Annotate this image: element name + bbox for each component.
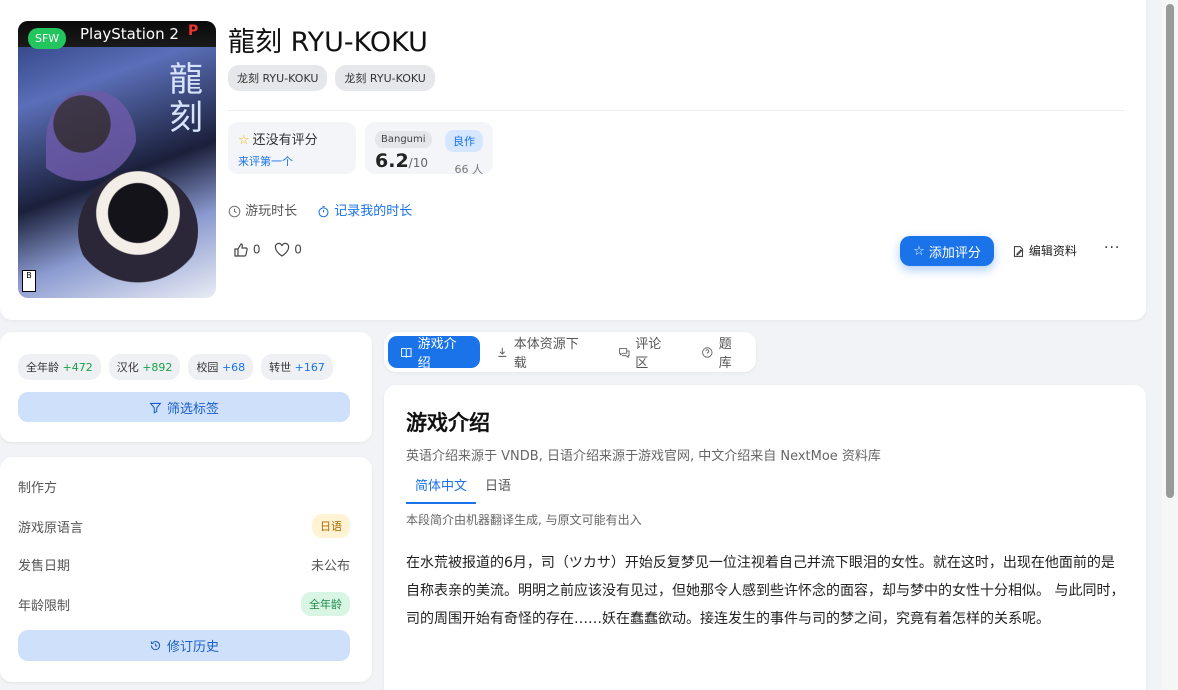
tab-resource-download[interactable]: 本体资源下载	[484, 336, 601, 371]
revision-history-button[interactable]: 修订历史	[18, 630, 350, 661]
alias-chip[interactable]: 龙刻 RYU-KOKU	[335, 65, 435, 91]
record-playtime-link[interactable]: 记录我的时长	[317, 200, 412, 219]
rating-score: 6.2	[375, 150, 409, 172]
stopwatch-icon	[318, 206, 329, 218]
add-rating-button[interactable]: ☆ 添加评分	[900, 236, 994, 266]
game-header-card: PlayStation 2 P 龍刻 B SFW 龍刻 RYU-KOKU 龙刻 …	[0, 0, 1146, 320]
edit-info-button[interactable]: 编辑资料	[1012, 242, 1077, 259]
tab-comments[interactable]: 评论区	[606, 336, 686, 371]
content-tabs: 游戏介绍 本体资源下载 评论区 题库	[384, 332, 756, 372]
game-cover-image[interactable]: PlayStation 2 P 龍刻 B	[18, 21, 216, 298]
tag-list: 全年龄 +472 汉化 +892 校园 +68 转世 +167	[18, 354, 333, 380]
edit-icon	[1013, 246, 1024, 257]
rating-count: 66 人	[454, 163, 484, 176]
tag-chip[interactable]: 校园 +68	[188, 354, 254, 380]
tag-chip[interactable]: 转世 +167	[261, 354, 333, 380]
rating-grade-badge: 良作	[445, 130, 483, 152]
tag-card: 全年龄 +472 汉化 +892 校园 +68 转世 +167 筛选标签	[0, 332, 372, 442]
tab-question-bank[interactable]: 题库	[689, 336, 756, 371]
star-icon: ☆	[913, 243, 925, 259]
playtime-label: 游玩时长	[245, 204, 298, 219]
producer-row: 制作方	[18, 477, 350, 496]
intro-source-note: 英语介绍来源于 VNDB, 日语介绍来源于游戏官网, 中文介绍来自 NextMo…	[406, 449, 881, 464]
game-intro-card: 游戏介绍 英语介绍来源于 VNDB, 日语介绍来源于游戏官网, 中文介绍来自 N…	[384, 385, 1146, 690]
filter-tags-button[interactable]: 筛选标签	[18, 392, 350, 422]
bangumi-rating-card: Bangumi 良作 6.2/10 66 人	[365, 122, 493, 176]
my-rating-card[interactable]: ☆ 还没有评分 来评第一个	[228, 122, 356, 174]
favorite-button[interactable]: 0	[274, 242, 302, 258]
header-divider	[228, 110, 1124, 111]
no-rating-label: 还没有评分	[252, 133, 318, 148]
download-icon	[498, 347, 507, 357]
tag-chip[interactable]: 汉化 +892	[108, 354, 181, 380]
rate-first-link[interactable]: 来评第一个	[238, 153, 293, 169]
heart-icon	[275, 242, 290, 257]
reaction-row: 0 0	[233, 242, 302, 258]
original-language-label: 游戏原语言	[18, 520, 84, 536]
question-icon	[702, 346, 713, 358]
thumbs-up-icon	[234, 243, 248, 257]
age-limit-label: 年龄限制	[18, 598, 71, 614]
page-scrollbar-thumb[interactable]	[1166, 4, 1174, 498]
intro-text: 在水荒被报道的6月，司（ツカサ）开始反复梦见一位注视着自己并流下眼泪的女性。就在…	[406, 555, 1125, 627]
comment-icon	[618, 347, 630, 358]
release-date-label: 发售日期	[18, 559, 71, 574]
tag-chip[interactable]: 全年龄 +472	[18, 354, 101, 380]
game-title: 龍刻 RYU-KOKU	[228, 27, 428, 58]
release-date-row: 发售日期 未公布	[18, 555, 350, 574]
like-button[interactable]: 0	[233, 242, 260, 258]
alias-chip[interactable]: 龙刻 RYU-KOKU	[228, 65, 328, 91]
playtime-row: 游玩时长 记录我的时长	[228, 200, 412, 219]
machine-translation-note: 本段简介由机器翻译生成, 与原文可能有出入	[406, 513, 642, 527]
age-limit-row: 年龄限制 全年龄	[18, 592, 350, 616]
cero-rating-icon: B	[22, 270, 36, 292]
like-count: 0	[252, 242, 261, 257]
age-limit-value: 全年龄	[301, 592, 350, 616]
lang-tab-japanese[interactable]: 日语	[476, 475, 520, 504]
favorite-count: 0	[294, 242, 302, 257]
original-language-value: 日语	[312, 514, 350, 538]
more-options-button[interactable]: ···	[1104, 240, 1120, 256]
intro-title: 游戏介绍	[406, 411, 490, 435]
producer-label: 制作方	[18, 481, 58, 496]
history-icon	[150, 640, 161, 651]
game-info-card: 制作方 游戏原语言 日语 发售日期 未公布 年龄限制 全年龄 修订历史	[0, 457, 372, 682]
playstation-logo-icon: P	[188, 23, 199, 39]
cover-character-2	[78, 171, 198, 291]
sfw-badge: SFW	[28, 28, 67, 49]
release-date-value: 未公布	[310, 559, 350, 574]
lang-tab-simplified-chinese[interactable]: 简体中文	[406, 475, 477, 504]
rating-source-badge: Bangumi	[375, 131, 432, 148]
rating-scale: /10	[408, 156, 428, 170]
book-icon	[401, 347, 412, 358]
tab-game-intro[interactable]: 游戏介绍	[388, 336, 481, 371]
cover-logo-text: 龍刻	[169, 60, 203, 138]
filter-icon	[149, 402, 162, 414]
star-icon: ☆	[238, 133, 250, 148]
original-language-row: 游戏原语言 日语	[18, 514, 350, 538]
intro-language-tabs: 简体中文 日语	[406, 475, 520, 504]
clock-icon	[228, 205, 241, 218]
alias-list: 龙刻 RYU-KOKU 龙刻 RYU-KOKU	[228, 65, 435, 91]
